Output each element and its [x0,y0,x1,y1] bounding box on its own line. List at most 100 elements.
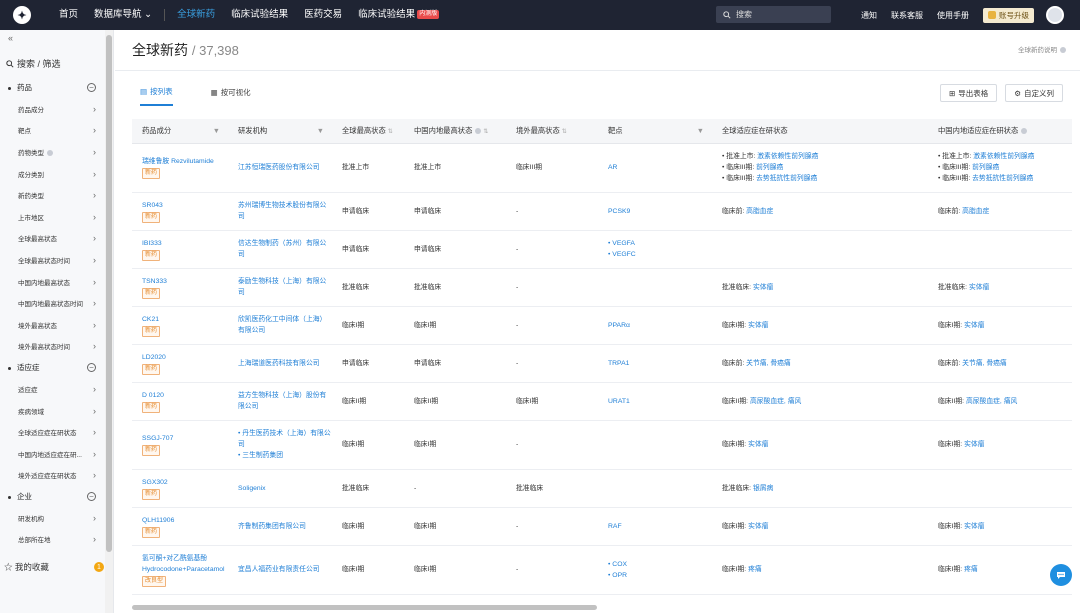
drug-name-link[interactable]: SGX302 [142,477,228,488]
col-global-status[interactable]: 全球最高状态 ⇅ [332,119,404,144]
drug-name-link[interactable]: SSGJ-707 [142,433,228,444]
indication-link[interactable]: 关节痛, 骨癌痛 [746,360,791,367]
target-link[interactable]: AR [608,164,617,171]
filter-item[interactable]: 上市地区 › [0,206,104,228]
indication-link[interactable]: 高脂血症 [962,208,989,215]
col-china-indication-status[interactable]: 中国内地适应症在研状态 [928,119,1072,144]
target-link[interactable]: PPARα [608,322,630,329]
nav-clinical-results[interactable]: 临床试验结果 [223,0,296,30]
filter-item[interactable]: 境外最高状态时间 › [0,336,104,358]
filter-item[interactable]: 中国内地最高状态 › [0,271,104,293]
filter-icon[interactable]: ▼ [697,126,704,135]
target-link[interactable]: TRPA1 [608,360,629,367]
nav-database[interactable]: 数据库导航 ⌄ [86,0,160,30]
indication-link[interactable]: 激素依赖性前列腺癌 [973,153,1034,160]
indication-link[interactable]: 实体瘤 [964,322,984,329]
indication-link[interactable]: 前列腺癌 [972,164,999,171]
collapse-group-icon[interactable]: − [87,83,96,92]
indication-link[interactable]: 疼痛 [964,566,978,573]
col-china-status[interactable]: 中国内地最高状态 ⇅ [404,119,506,144]
developer-link[interactable]: 苏州瑞博生物技术股份有限公司 [238,202,326,220]
table-row[interactable]: D 0120 新药 益方生物科技（上海）股份有限公司 临床II期 临床II期 临床I期 UR… [132,382,1072,421]
table-row[interactable]: 氢可酮+对乙酰氨基酚 Hydrocodone+Paracetamol 改良型 宜昌人… [132,545,1072,595]
filter-item[interactable]: 靶点 › [0,120,104,142]
chat-support-button[interactable] [1050,564,1072,586]
filter-item[interactable]: 中国内地适应症在研... › [0,443,104,465]
indication-link[interactable]: 前列腺癌 [756,164,783,171]
developer-link[interactable]: 江苏恒瑞医药股份有限公司 [238,164,320,171]
target-link[interactable]: RAF [608,523,622,530]
drug-name-link[interactable]: LD2020 [142,352,228,363]
table-row[interactable]: 瑞维鲁胺 Rezvilutamide 新药 江苏恒瑞医药股份有限公司 批准上市 批准上市… [132,143,1072,193]
indication-link[interactable]: 银屑病 [753,485,773,492]
custom-columns-button[interactable]: ⚙ 自定义列 [1005,84,1063,102]
horizontal-scrollbar[interactable] [132,605,597,610]
developer-link[interactable]: 宜昌人福药业有限责任公司 [238,566,320,573]
sort-icon[interactable]: ⇅ [483,129,488,135]
collapse-group-icon[interactable]: − [87,363,96,373]
filter-item[interactable]: 药品成分 › [0,98,104,120]
filter-item[interactable]: 境外适应症在研状态 › [0,465,104,487]
tab-list-view[interactable]: ▤ 按列表 [140,86,173,106]
indication-link[interactable]: 实体瘤 [748,441,768,448]
target-link[interactable]: • OPR [608,570,712,581]
indication-link[interactable]: 实体瘤 [748,523,768,530]
indication-link[interactable]: 高脂血症 [746,208,773,215]
collapse-group-icon[interactable]: − [87,492,96,502]
nav-pharma-deals[interactable]: 医药交易 [296,0,350,30]
developer-link[interactable]: 信达生物制药（苏州）有限公司 [238,240,326,258]
nav-clinical-results-beta[interactable]: 临床试验结果 内测版 [350,0,447,30]
collapse-sidebar-icon[interactable]: « [8,33,13,43]
drug-name-link[interactable]: TSN333 [142,276,228,287]
col-global-indication-status[interactable]: 全球适应症在研状态 [712,119,928,144]
indication-link[interactable]: 关节痛, 骨癌痛 [962,360,1007,367]
drug-name-link[interactable]: IBI333 [142,238,228,249]
target-link[interactable]: • COX [608,559,712,570]
sidebar-scroll-thumb[interactable] [106,35,112,552]
drug-name-link[interactable]: D 0120 [142,390,228,401]
col-developer[interactable]: 研发机构 ▼ [228,119,332,144]
col-drug-ingredient[interactable]: 药品成分 ▼ [132,119,228,144]
developer-link[interactable]: 欣凯医药化工中间体（上海）有限公司 [238,316,326,334]
filter-item[interactable]: 全球最高状态时间 › [0,249,104,271]
filter-item[interactable]: 疾病领域 › [0,400,104,422]
user-manual-link[interactable]: 使用手册 [937,10,969,21]
drug-name-link[interactable]: 瑞维鲁胺 Rezvilutamide [142,156,228,167]
developer-link[interactable]: Soligenix [238,485,266,492]
indication-link[interactable]: 高尿酸血症, 痛风 [966,398,1017,405]
filter-icon[interactable]: ▼ [317,126,324,135]
drug-name-link[interactable]: 氢可酮+对乙酰氨基酚 Hydrocodone+Paracetamol [142,553,228,575]
tab-visual-view[interactable]: ▦ 按可视化 [211,86,251,106]
col-target[interactable]: 靶点 ▼ [598,119,712,144]
indication-link[interactable]: 实体瘤 [748,322,768,329]
sort-icon[interactable]: ⇅ [388,129,393,135]
filter-item[interactable]: 总部所在地 › [0,529,104,551]
table-row[interactable]: CK21 新药 欣凯医药化工中间体（上海）有限公司 临床I期 临床I期 - PPARα 临床I… [132,306,1072,345]
filter-group[interactable]: 适应症 − [0,357,104,378]
upgrade-button[interactable]: 账号升级 [983,7,1034,23]
filter-icon[interactable]: ▼ [213,126,220,135]
notifications-link[interactable]: 通知 [861,10,877,21]
developer-link[interactable]: 泰励生物科技（上海）有限公司 [238,278,326,296]
table-row[interactable]: IBI333 新药 信达生物制药（苏州）有限公司 申请临床 申请临床 - • VEGFA • … [132,230,1072,269]
filter-item[interactable]: 全球最高状态 › [0,228,104,250]
target-link[interactable]: • VEGFC [608,249,712,260]
indication-link[interactable]: 实体瘤 [964,523,984,530]
indication-link[interactable]: 高尿酸血症, 痛风 [750,398,801,405]
target-link[interactable]: • VEGFA [608,238,712,249]
drug-name-link[interactable]: QLH11906 [142,515,228,526]
search-input[interactable]: 搜索 [716,6,831,23]
indication-link[interactable]: 去势抵抗性前列腺癌 [756,175,817,182]
developer-link[interactable]: 上海瑞道医药科技有限公司 [238,360,320,367]
my-favorites[interactable]: ☆ 我的收藏 1 [4,561,104,573]
developer-link[interactable]: 益方生物科技（上海）股份有限公司 [238,392,326,410]
developer-link[interactable]: 齐鲁制药集团有限公司 [238,523,306,530]
filter-item[interactable]: 研发机构 › [0,507,104,529]
table-row[interactable]: SSGJ-707 新药 • 丹生医药技术（上海）有限公司 • 三生制药集团 临床I期 临床… [132,420,1072,470]
filter-item[interactable]: 全球适应症在研状态 › [0,421,104,443]
explain-link[interactable]: 全球新药说明 [1018,44,1066,54]
indication-link[interactable]: 激素依赖性前列腺癌 [757,153,818,160]
filter-group[interactable]: 企业 − [0,486,104,507]
indication-link[interactable]: 去势抵抗性前列腺癌 [972,175,1033,182]
table-row[interactable]: SR043 新药 苏州瑞博生物技术股份有限公司 申请临床 申请临床 - PCSK9 临床前: … [132,192,1072,231]
